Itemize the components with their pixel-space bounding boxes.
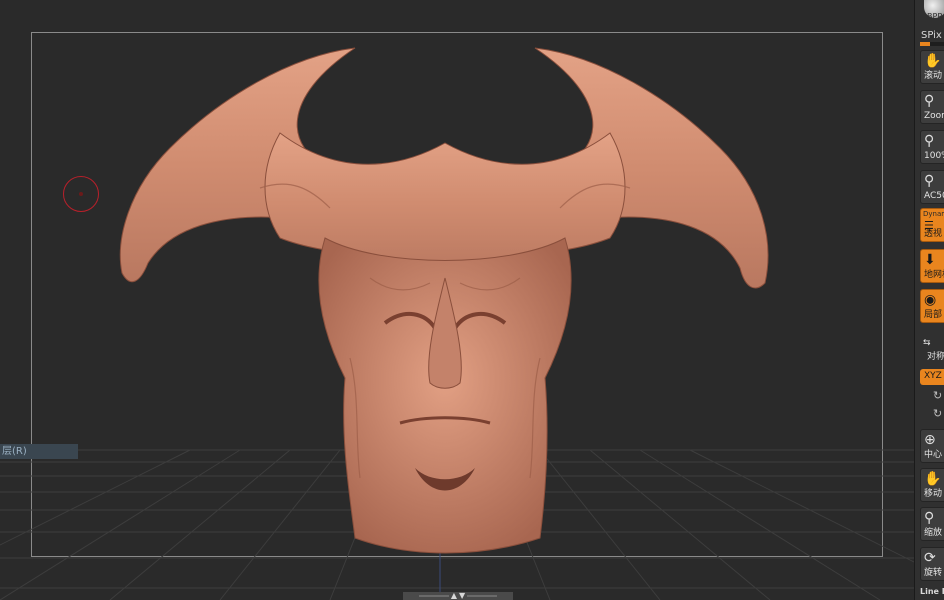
floor-icon: ⬇ [924,252,936,268]
hand-icon: ✋ [924,53,942,69]
frame-icon: ⊕ [924,432,936,448]
rotate-z-icon[interactable]: ↻ [933,407,942,420]
zoom3d-button[interactable]: ⚲ 缩放 [920,507,944,541]
layer-panel-tab[interactable]: 层(R) [0,444,78,459]
bottom-tray-handle[interactable]: ▲ ▼ [403,592,513,600]
brush-cursor [63,176,99,212]
linefill-label: Line F [920,587,944,596]
collapse-up-icon: ▲ [450,591,457,600]
brow-crest [264,132,626,274]
local-icon: ◉ [924,292,937,308]
ac50-button[interactable]: ⚲ AC50% [920,170,944,204]
actual-size-button[interactable]: ⚲ 100% [920,130,944,164]
rotate-button[interactable]: ⟳ 旋转 [920,547,944,581]
floor-grid-button[interactable]: ⬇ 地网格 [920,249,944,283]
zoom-icon: ⚲ [924,510,935,526]
zoom-icon: ⚲ [924,93,935,109]
bpr-button[interactable]: BPR [919,0,944,26]
move-button[interactable]: ✋ 移动 [920,468,944,502]
sculpt-model[interactable] [110,38,780,558]
frame-button[interactable]: ⊕ 中心 [920,429,944,463]
right-shelf: BPR SPix ✋ 滚动 ⚲ Zoom2D ⚲ 100% ⚲ AC50% Dy… [914,0,944,600]
local-button[interactable]: ◉ 局部 [920,289,944,323]
zoom-icon: ⚲ [924,133,935,149]
zoom-icon: ⚲ [924,173,935,189]
symmetry-arrows-icon: ⇆ [923,338,931,348]
spix-slider[interactable] [920,42,944,46]
dynamic-perspective-button[interactable]: Dynamic ☰ 透视 [920,208,944,242]
scroll-button[interactable]: ✋ 滚动 [920,50,944,84]
spix-slider-fill [920,42,930,46]
canvas-viewport[interactable]: 层(R) ▲ ▼ [0,0,914,600]
symmetry-label: 对称 [927,352,944,362]
spix-label: SPix [921,30,942,41]
rotate-y-icon[interactable]: ↻ [933,389,942,402]
xyz-button[interactable]: XYZ [920,369,944,385]
collapse-down-icon: ▼ [459,591,466,600]
hand-icon: ✋ [924,471,942,487]
rotate-icon: ⟳ [924,550,936,566]
zoom2d-button[interactable]: ⚲ Zoom2D [920,90,944,124]
